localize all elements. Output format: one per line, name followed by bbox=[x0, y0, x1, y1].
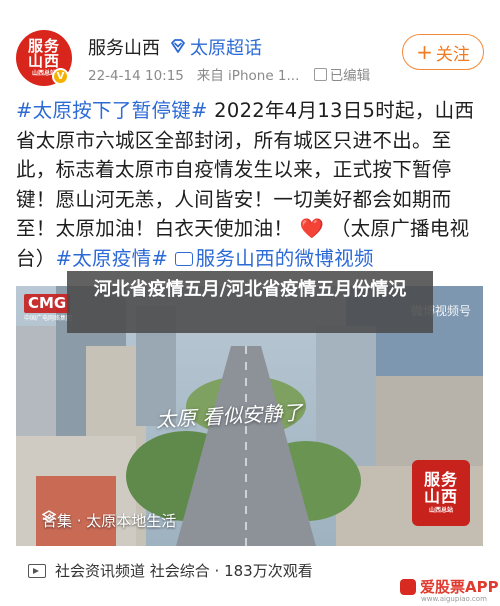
super-topic-link[interactable]: 太原超话 bbox=[190, 34, 262, 60]
video-footer: 社会资讯频道 社会综合 · 183万次观看 bbox=[28, 560, 313, 581]
post-body: #太原按下了暂停键# 2022年4月13日5时起，山西省太原市六城区全部封闭，所… bbox=[16, 96, 486, 273]
collection-label: 合集 · 太原本地生活 bbox=[42, 512, 177, 530]
edit-icon bbox=[313, 68, 327, 81]
overlay-title: 河北省疫情五月/河北省疫情五月份情况 bbox=[67, 271, 433, 333]
site-watermark: 爱股票APP bbox=[400, 576, 499, 597]
tv-icon bbox=[28, 563, 46, 578]
cmg-logo-sub: 中国广电网络集团 bbox=[24, 315, 73, 322]
avatar-line2: 山西 bbox=[27, 52, 60, 71]
channel-info: 社会资讯频道 社会综合 · 183万次观看 bbox=[55, 562, 313, 580]
video-link-label: 服务山西的微博视频 bbox=[195, 246, 374, 270]
post-meta: 22-4-14 10:15 来自 iPhone 1... 已编辑 bbox=[88, 64, 370, 84]
edited-label[interactable]: 已编辑 bbox=[330, 68, 371, 84]
follow-label: 关注 bbox=[435, 44, 470, 65]
stamp-sub: 山西总站 bbox=[428, 506, 453, 514]
post-date: 22-4-14 10:15 bbox=[88, 68, 184, 84]
video-collection-link[interactable]: 合集 · 太原本地生活 bbox=[42, 510, 176, 531]
stamp-line2: 山西 bbox=[423, 486, 458, 506]
heart-emoji: ❤️ bbox=[299, 217, 325, 240]
plus-icon: + bbox=[416, 40, 433, 64]
site-name: 爱股票APP bbox=[420, 578, 499, 596]
author-name[interactable]: 服务山西 bbox=[88, 34, 160, 60]
site-logo-icon bbox=[400, 578, 416, 595]
follow-button[interactable]: + 关注 bbox=[402, 34, 484, 70]
video-icon bbox=[174, 251, 193, 266]
hashtag-link-2[interactable]: #太原疫情# bbox=[56, 247, 168, 270]
video-stamp: 服务 山西 山西总站 bbox=[412, 460, 470, 526]
verified-badge-icon: V bbox=[52, 68, 69, 85]
post-source: 来自 iPhone 1... bbox=[196, 68, 300, 84]
hashtag-link[interactable]: #太原按下了暂停键# bbox=[16, 99, 208, 122]
video-link[interactable]: 服务山西的微博视频 bbox=[174, 246, 374, 270]
site-url: www.aigupiao.com bbox=[421, 595, 487, 603]
layers-icon bbox=[42, 510, 56, 523]
super-topic-diamond-icon bbox=[171, 39, 185, 53]
cmg-logo: CMG bbox=[24, 294, 71, 313]
